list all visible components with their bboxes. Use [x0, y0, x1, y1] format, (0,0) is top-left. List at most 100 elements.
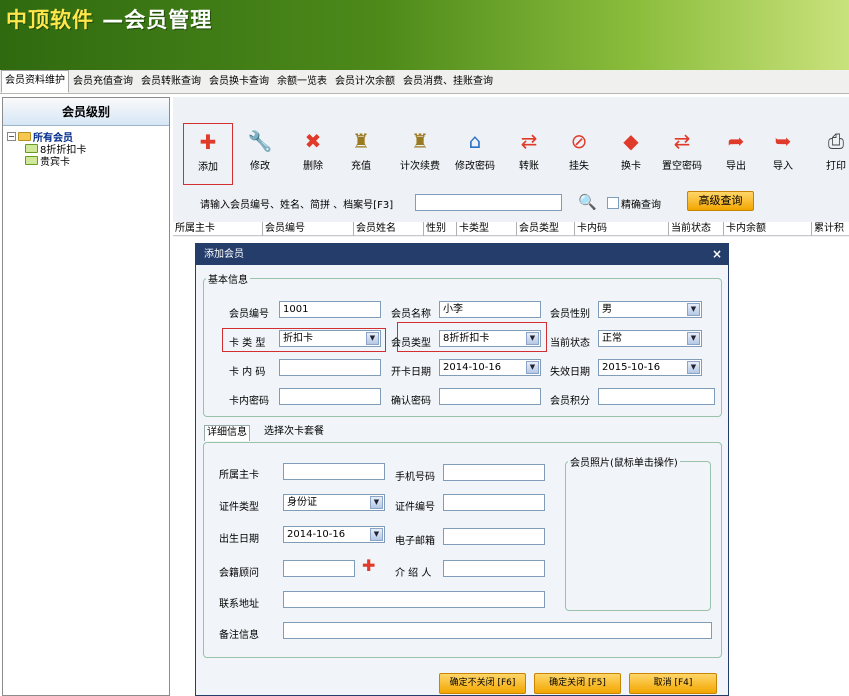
id-no-field[interactable]: [443, 494, 545, 511]
open-date-label: 开卡日期: [391, 367, 431, 378]
chevron-down-icon[interactable]: ▼: [687, 361, 700, 374]
card-code-label: 卡 内 码: [229, 367, 266, 378]
exact-query-checkbox[interactable]: [607, 197, 619, 209]
dialog-titlebar: 添加会员 ×: [196, 244, 728, 265]
tab-select-package[interactable]: 选择次卡套餐: [262, 425, 326, 441]
open-date-picker[interactable]: 2014-10-16 ▼: [439, 359, 541, 376]
id-no-label: 证件编号: [395, 502, 435, 513]
add-advisor-icon[interactable]: ✚: [362, 556, 375, 575]
toolbar-add-button[interactable]: ✚ 添加: [183, 123, 233, 185]
expire-date-value: 2015-10-16: [602, 362, 661, 373]
expire-date-picker[interactable]: 2015-10-16 ▼: [598, 359, 702, 376]
card-type-select[interactable]: 折扣卡 ▼: [279, 330, 381, 347]
confirm-password-field[interactable]: [439, 388, 541, 405]
col-card-code[interactable]: 卡内码: [574, 222, 607, 236]
toolbar-button-label: 充值: [351, 161, 371, 172]
toolbar-recharge-button[interactable]: ♜ 充值: [336, 123, 386, 181]
status-label: 当前状态: [550, 338, 590, 349]
toolbar-transfer-button[interactable]: ⇄ 转账: [504, 123, 554, 181]
tab-recharge-query[interactable]: 会员充值查询: [69, 71, 137, 93]
birthday-picker[interactable]: 2014-10-16 ▼: [283, 526, 385, 543]
member-no-label: 会员编号: [229, 309, 269, 320]
email-field[interactable]: [443, 528, 545, 545]
exact-query-label: 精确查询: [621, 200, 661, 211]
password-icon: ⌂: [468, 129, 482, 153]
phone-label: 手机号码: [395, 472, 435, 483]
chevron-down-icon[interactable]: ▼: [370, 496, 383, 509]
toolbar-password-button[interactable]: ⌂ 修改密码: [450, 123, 500, 181]
col-status[interactable]: 当前状态: [668, 222, 711, 236]
toolbar-export-button[interactable]: ➦ 导出: [711, 123, 761, 181]
tree-item-8-discount[interactable]: 8折折扣卡: [7, 142, 165, 156]
address-field[interactable]: [283, 591, 545, 608]
col-member-name[interactable]: 会员姓名: [353, 222, 396, 236]
toolbar-button-label: 修改密码: [455, 161, 495, 172]
main-card-field[interactable]: [283, 463, 385, 480]
toolbar-renew-button[interactable]: ♜ 计次续费: [395, 123, 445, 181]
toolbar-clear-password-button[interactable]: ⇄ 置空密码: [657, 123, 707, 181]
chevron-down-icon[interactable]: ▼: [370, 528, 383, 541]
tree-item-vip[interactable]: 贵宾卡: [7, 154, 165, 168]
phone-field[interactable]: [443, 464, 545, 481]
col-card-type[interactable]: 卡类型: [456, 222, 489, 236]
toolbar-button-label: 导入: [773, 161, 793, 172]
app-subtitle: —会员管理: [94, 8, 213, 32]
tab-member-maintenance[interactable]: 会员资料维护: [1, 70, 69, 93]
app-title: 中顶软件 —会员管理: [6, 4, 212, 34]
member-type-select[interactable]: 8折折扣卡 ▼: [439, 330, 541, 347]
tab-transfer-query[interactable]: 会员转账查询: [137, 71, 205, 93]
toolbar-swap-card-button[interactable]: ◆ 换卡: [606, 123, 656, 181]
col-main-card[interactable]: 所属主卡: [173, 222, 215, 236]
advanced-query-button[interactable]: 高级查询: [687, 191, 754, 211]
toolbar-import-button[interactable]: ➥ 导入: [758, 123, 808, 181]
referrer-field[interactable]: [443, 560, 545, 577]
toolbar-delete-button[interactable]: ✖ 删除: [288, 123, 338, 181]
points-field[interactable]: [598, 388, 715, 405]
toolbar-wrench-button[interactable]: 🔧 修改: [235, 123, 285, 181]
toolbar-report-loss-button[interactable]: ⊘ 挂失: [554, 123, 604, 181]
col-member-type[interactable]: 会员类型: [516, 222, 559, 236]
status-select[interactable]: 正常 ▼: [598, 330, 702, 347]
collapse-icon[interactable]: −: [7, 131, 16, 141]
tab-count-balance[interactable]: 会员计次余额: [331, 71, 399, 93]
id-type-select[interactable]: 身份证 ▼: [283, 494, 385, 511]
col-member-no[interactable]: 会员编号: [262, 222, 305, 236]
remark-field[interactable]: [283, 622, 712, 639]
card-password-label: 卡内密码: [229, 396, 269, 407]
tab-consumption-query[interactable]: 会员消费、挂账查询: [399, 71, 497, 93]
col-balance[interactable]: 卡内余额: [723, 222, 766, 236]
toolbar-print-button[interactable]: ⎙ 打印: [811, 123, 849, 181]
toolbar-button-label: 挂失: [569, 161, 589, 172]
chevron-down-icon[interactable]: ▼: [687, 332, 700, 345]
tab-balance-overview[interactable]: 余额一览表: [273, 71, 331, 93]
confirm-keep-open-button[interactable]: 确定不关闭 [F6]: [439, 673, 526, 694]
col-gender[interactable]: 性别: [423, 222, 446, 236]
advisor-field[interactable]: [283, 560, 355, 577]
confirm-close-button[interactable]: 确定关闭 [F5]: [534, 673, 621, 694]
tree-item-label: 贵宾卡: [40, 156, 70, 168]
export-icon: ➦: [727, 129, 745, 153]
chevron-down-icon[interactable]: ▼: [526, 361, 539, 374]
search-icon[interactable]: 🔍: [578, 193, 597, 211]
card-password-field[interactable]: [279, 388, 381, 405]
gender-select[interactable]: 男 ▼: [598, 301, 702, 318]
dialog-title: 添加会员: [204, 249, 244, 260]
swap-card-icon: ◆: [623, 129, 639, 153]
chevron-down-icon[interactable]: ▼: [526, 332, 539, 345]
close-icon[interactable]: ×: [712, 244, 722, 265]
toolbar: ✚ 添加 🔧 修改 ✖ 删除 ♜ 充值 ♜ 计次续费 ⌂ 修改密码 ⇄ 转账 ⊘ 挂失 ◆ 换卡 ⇄ 置空密码 ➦ 导出 ➥…: [173, 97, 849, 189]
member-name-field[interactable]: 小李: [439, 301, 541, 318]
chevron-down-icon[interactable]: ▼: [366, 332, 379, 345]
search-input[interactable]: [415, 194, 562, 211]
cancel-button[interactable]: 取消 [F4]: [629, 673, 717, 694]
search-hint: 请输入会员编号、姓名、简拼 、档案号[F3]: [200, 200, 394, 211]
member-photo-group[interactable]: 会员照片(鼠标单击操作): [565, 454, 711, 611]
member-name-label: 会员名称: [391, 309, 431, 320]
card-code-field[interactable]: [279, 359, 381, 376]
member-no-field[interactable]: 1001: [279, 301, 381, 318]
print-icon: ⎙: [828, 129, 844, 153]
col-points[interactable]: 累计积: [811, 222, 844, 236]
tab-card-swap-query[interactable]: 会员换卡查询: [205, 71, 273, 93]
chevron-down-icon[interactable]: ▼: [687, 303, 700, 316]
tab-detail-info[interactable]: 详细信息: [204, 425, 250, 441]
